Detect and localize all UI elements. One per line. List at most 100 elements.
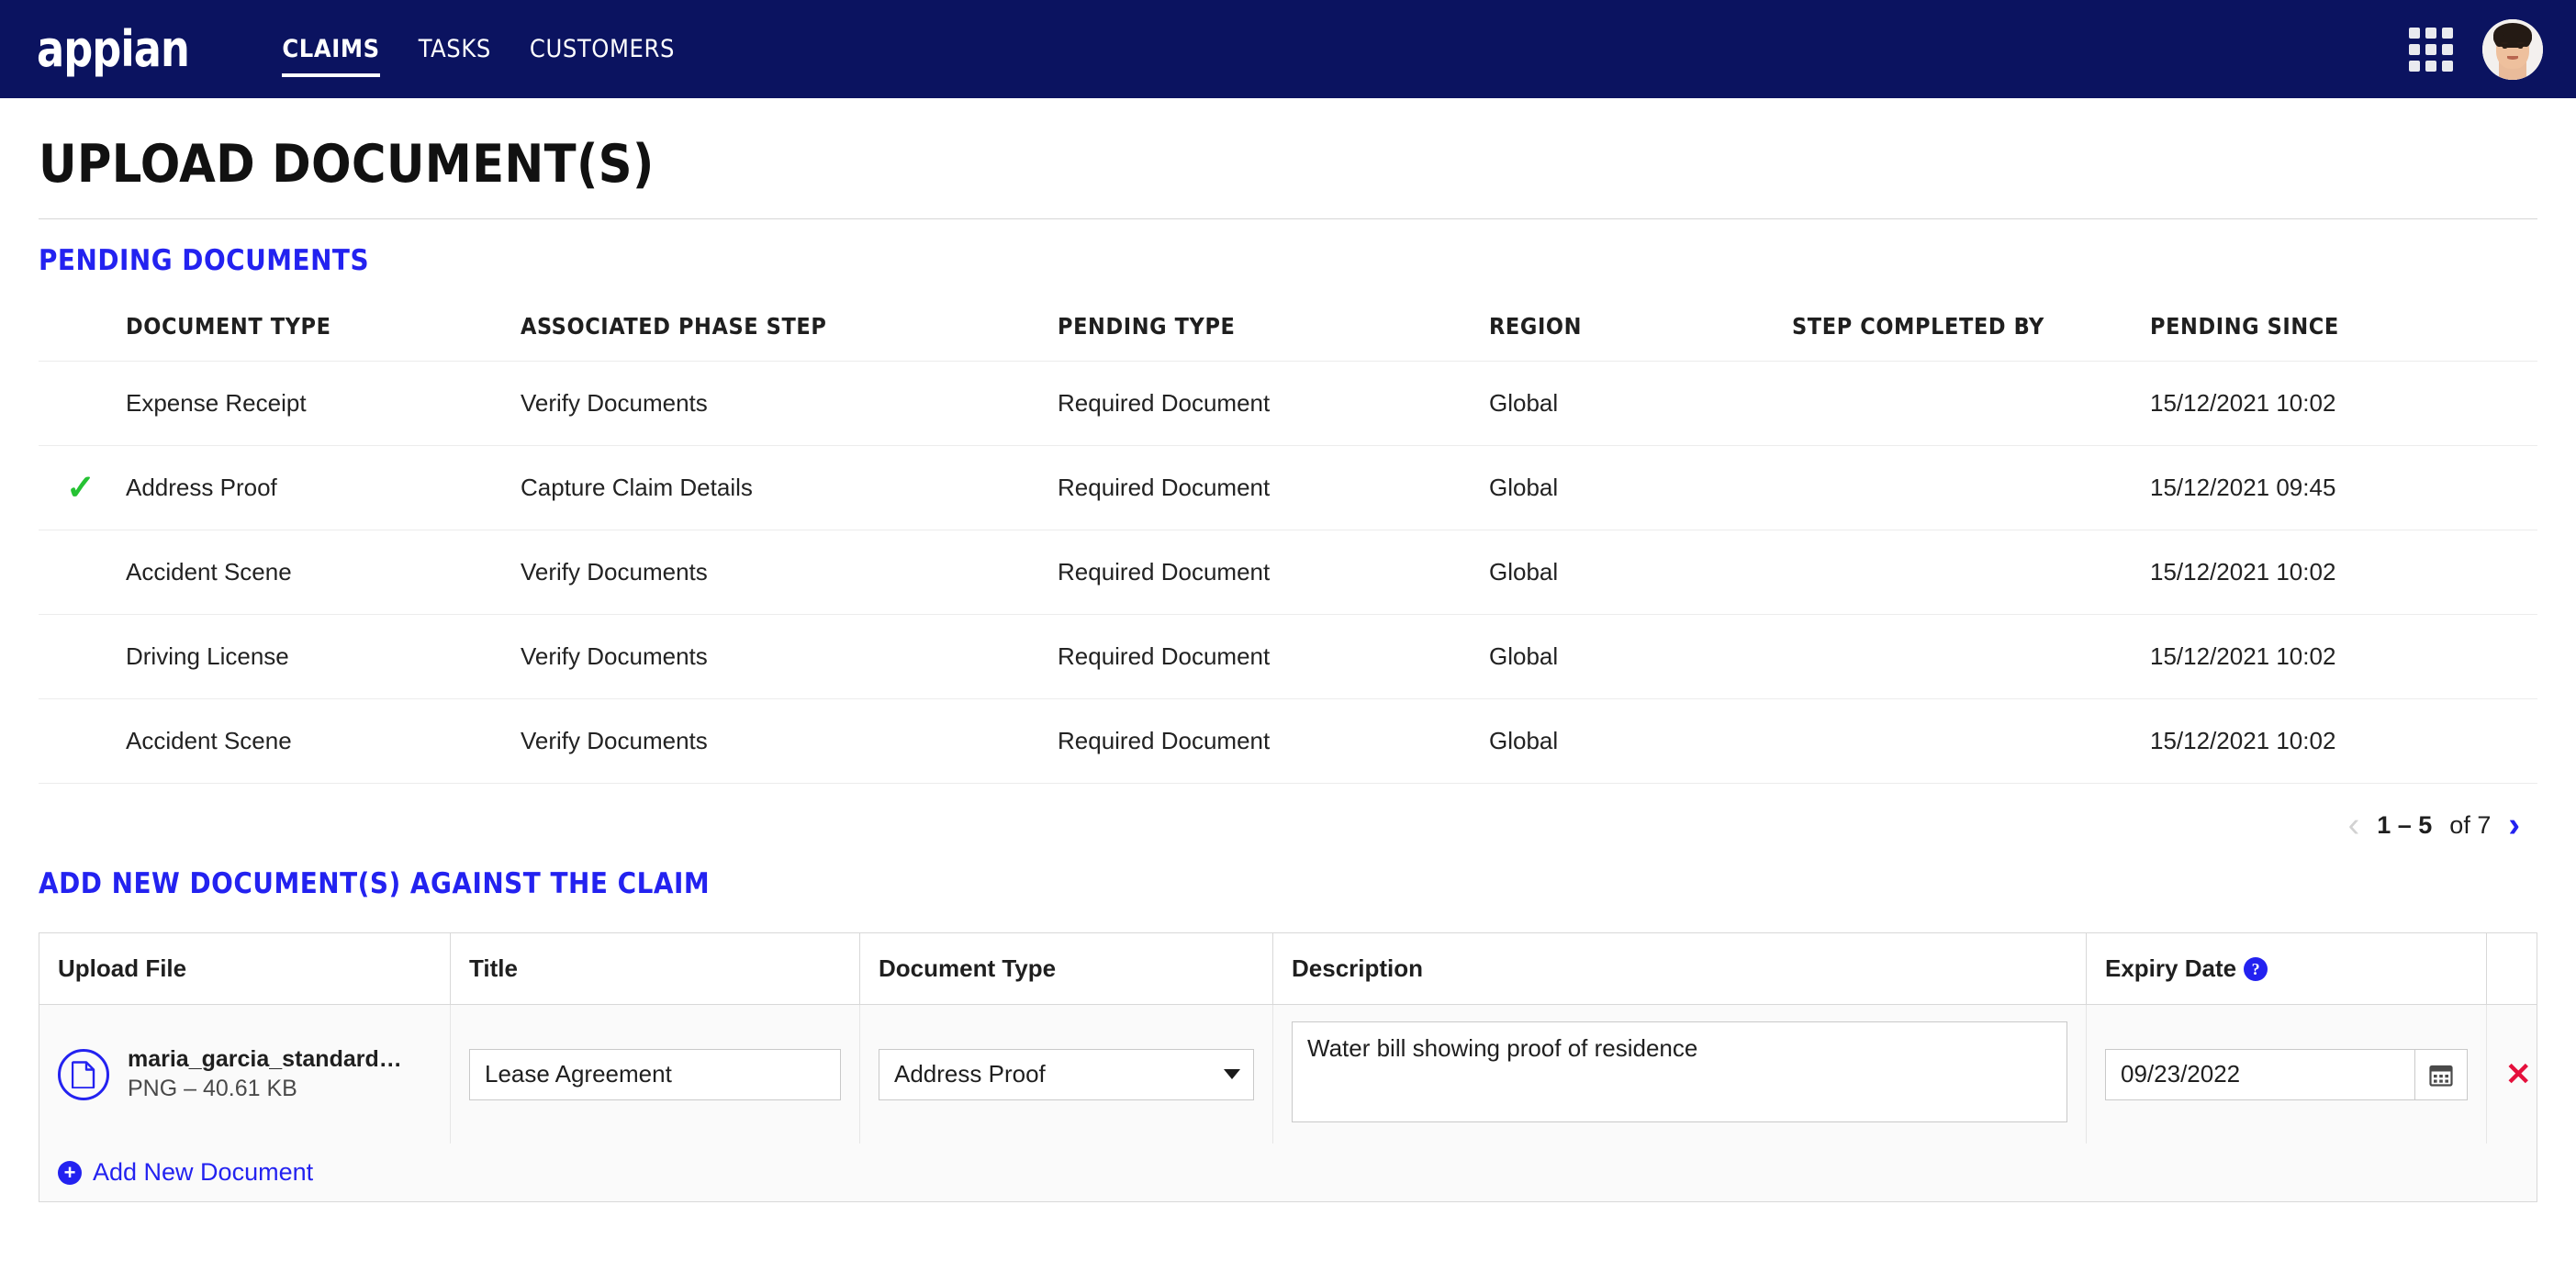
- pagination-total: of 7: [2449, 810, 2492, 839]
- cell-pending-type: Required Document: [1058, 361, 1489, 446]
- add-grid-header-row: Upload File Title Document Type Descript…: [39, 932, 2537, 1005]
- cell-step-completed-by: [1792, 445, 2150, 530]
- cell-pending-since: 15/12/2021 10:02: [2150, 530, 2537, 615]
- cell-phase-step: Verify Documents: [521, 361, 1058, 446]
- user-avatar[interactable]: [2482, 18, 2543, 80]
- table-row[interactable]: Accident Scene Verify Documents Required…: [39, 530, 2537, 615]
- cell-pending-since: 15/12/2021 10:02: [2150, 361, 2537, 446]
- table-row[interactable]: Driving License Verify Documents Require…: [39, 614, 2537, 699]
- nav-item-claims[interactable]: CLAIMS: [263, 37, 398, 77]
- add-new-document-label: Add New Document: [93, 1158, 314, 1186]
- cell-upload-file: maria_garcia_standard_re… PNG – 40.61 KB: [39, 1004, 451, 1144]
- row-user-avatar: [1792, 546, 1843, 598]
- col-header-pending-since[interactable]: PENDING SINCE: [2150, 313, 2537, 362]
- table-row[interactable]: ✓ Address Proof Capture Claim Details Re…: [39, 445, 2537, 530]
- cell-pending-type: Required Document: [1058, 530, 1489, 615]
- description-textarea[interactable]: [1292, 1021, 2067, 1122]
- cell-delete-action: ✕: [2486, 1004, 2537, 1144]
- col-header-phase-step[interactable]: ASSOCIATED PHASE STEP: [521, 313, 1058, 362]
- nav-item-tasks[interactable]: TASKS: [399, 37, 510, 61]
- add-documents-body: maria_garcia_standard_re… PNG – 40.61 KB…: [39, 1004, 2537, 1202]
- col-header-description: Description: [1272, 932, 2087, 1005]
- cell-region: Global: [1489, 698, 1792, 784]
- appian-logo[interactable]: appian: [37, 24, 190, 74]
- cell-document-type: Accident Scene: [126, 530, 521, 615]
- calendar-icon[interactable]: [2414, 1048, 2468, 1100]
- green-check-icon: ✓: [66, 468, 95, 508]
- cell-phase-step: Verify Documents: [521, 614, 1058, 699]
- col-header-check: [39, 313, 126, 362]
- row-check-cell: [39, 530, 126, 615]
- cell-region: Global: [1489, 445, 1792, 530]
- expiry-date-field: [2105, 1048, 2468, 1100]
- row-check-cell: [39, 698, 126, 784]
- cell-document-type: Accident Scene: [126, 698, 521, 784]
- row-user-avatar: [1792, 630, 1843, 683]
- row-user-avatar: [1792, 715, 1843, 767]
- pending-documents-body: Expense Receipt Verify Documents Require…: [39, 361, 2537, 784]
- row-user-avatar: [1792, 377, 1843, 430]
- cell-title: [450, 1004, 860, 1144]
- cell-step-completed-by: [1792, 530, 2150, 615]
- document-file-icon[interactable]: [58, 1048, 109, 1100]
- plus-circle-icon: +: [58, 1160, 82, 1185]
- expiry-date-label: Expiry Date: [2105, 954, 2237, 982]
- add-documents-grid-wrap: Upload File Title Document Type Descript…: [39, 932, 2537, 1202]
- add-new-document-link[interactable]: + Add New Document: [58, 1160, 313, 1185]
- add-document-row: maria_garcia_standard_re… PNG – 40.61 KB…: [39, 1004, 2537, 1144]
- cell-phase-step: Verify Documents: [521, 530, 1058, 615]
- cell-phase-step: Verify Documents: [521, 698, 1058, 784]
- document-type-select[interactable]: Address Proof: [879, 1048, 1254, 1100]
- chevron-left-icon[interactable]: ‹: [2348, 808, 2360, 842]
- uploaded-file: maria_garcia_standard_re… PNG – 40.61 KB: [58, 1045, 431, 1104]
- pagination-range: 1 – 5: [2377, 810, 2433, 839]
- col-header-region[interactable]: REGION: [1489, 313, 1792, 362]
- pending-documents-table: DOCUMENT TYPE ASSOCIATED PHASE STEP PEND…: [39, 313, 2537, 784]
- document-type-selected-value: Address Proof: [894, 1060, 1046, 1088]
- col-header-actions: [2486, 932, 2537, 1005]
- cell-step-completed-by: [1792, 698, 2150, 784]
- cell-pending-type: Required Document: [1058, 445, 1489, 530]
- expiry-date-input[interactable]: [2105, 1048, 2414, 1100]
- top-navigation-bar: appian CLAIMS TASKS CUSTOMERS: [0, 0, 2576, 98]
- help-icon[interactable]: ?: [2244, 957, 2268, 981]
- cell-region: Global: [1489, 530, 1792, 615]
- pagination-controls: ‹ 1 – 5 of 7 ›: [39, 784, 2537, 842]
- file-name: maria_garcia_standard_re…: [128, 1045, 403, 1072]
- file-type-size: PNG – 40.61 KB: [128, 1075, 297, 1101]
- add-documents-grid: Upload File Title Document Type Descript…: [39, 932, 2537, 1202]
- col-header-document-type: Document Type: [859, 932, 1273, 1005]
- cell-pending-type: Required Document: [1058, 614, 1489, 699]
- col-header-step-completed-by[interactable]: STEP COMPLETED BY: [1792, 313, 2150, 362]
- cell-pending-type: Required Document: [1058, 698, 1489, 784]
- table-header-row: DOCUMENT TYPE ASSOCIATED PHASE STEP PEND…: [39, 313, 2537, 362]
- cell-step-completed-by: [1792, 614, 2150, 699]
- page-title: UPLOAD DOCUMENT(S): [39, 134, 655, 195]
- cell-document-type: Expense Receipt: [126, 361, 521, 446]
- row-check-cell: [39, 361, 126, 446]
- delete-row-button[interactable]: ✕: [2505, 1059, 2532, 1090]
- chevron-right-icon[interactable]: ›: [2508, 808, 2520, 842]
- apps-grid-icon[interactable]: [2409, 27, 2453, 72]
- add-new-document-row: + Add New Document: [39, 1144, 2537, 1202]
- cell-pending-since: 15/12/2021 09:45: [2150, 445, 2537, 530]
- col-header-title: Title: [450, 932, 860, 1005]
- table-row[interactable]: Expense Receipt Verify Documents Require…: [39, 361, 2537, 446]
- row-check-cell: ✓: [39, 445, 126, 530]
- table-row[interactable]: Accident Scene Verify Documents Required…: [39, 698, 2537, 784]
- cell-region: Global: [1489, 361, 1792, 446]
- chevron-down-icon: [1224, 1069, 1240, 1079]
- avatar-face: [2482, 18, 2543, 80]
- cell-pending-since: 15/12/2021 10:02: [2150, 698, 2537, 784]
- cell-document-type: Address Proof: [859, 1004, 1273, 1144]
- col-header-pending-type[interactable]: PENDING TYPE: [1058, 313, 1489, 362]
- col-header-document-type[interactable]: DOCUMENT TYPE: [126, 313, 521, 362]
- cell-pending-since: 15/12/2021 10:02: [2150, 614, 2537, 699]
- cell-region: Global: [1489, 614, 1792, 699]
- nav-item-customers[interactable]: CUSTOMERS: [510, 37, 694, 61]
- main-nav-links: CLAIMS TASKS CUSTOMERS: [263, 37, 694, 77]
- add-documents-heading: ADD NEW DOCUMENT(S) AGAINST THE CLAIM: [39, 867, 711, 900]
- row-user-avatar: [1792, 462, 1843, 514]
- title-input[interactable]: [469, 1048, 841, 1100]
- col-header-expiry-date: Expiry Date?: [2086, 932, 2487, 1005]
